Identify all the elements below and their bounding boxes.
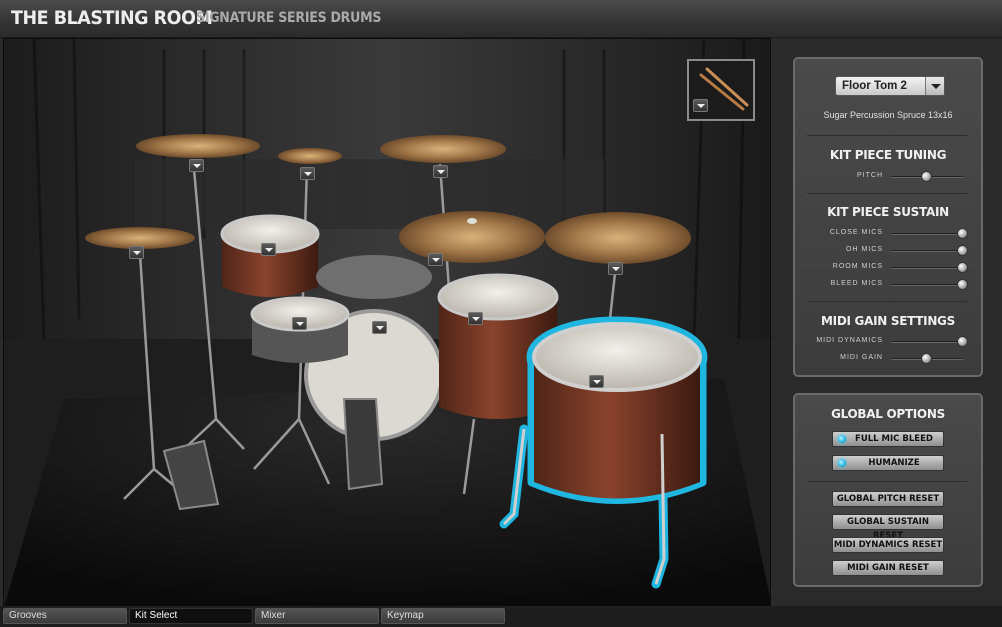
snare-menu-button[interactable] xyxy=(292,317,307,330)
floor-tom-1-menu-button[interactable] xyxy=(468,312,483,325)
hihat-menu-button[interactable] xyxy=(129,246,144,259)
full-mic-bleed-toggle[interactable]: FULL MIC BLEED xyxy=(832,431,944,447)
tab-mixer[interactable]: Mixer xyxy=(255,608,379,624)
midi-dynamics-label: MIDI DYNAMICS xyxy=(816,337,883,344)
room-mics-label: ROOM MICS xyxy=(832,263,883,270)
splash-menu-button[interactable] xyxy=(300,167,315,180)
tab-kit-select[interactable]: Kit Select xyxy=(129,608,253,624)
slider-knob[interactable] xyxy=(921,353,932,364)
pitch-label: PITCH xyxy=(857,172,883,179)
sustain-title: KIT PIECE SUSTAIN xyxy=(827,205,949,219)
slider-knob[interactable] xyxy=(957,262,968,273)
bleed-mics-slider[interactable]: BLEED MICS xyxy=(795,279,981,291)
tab-grooves[interactable]: Grooves xyxy=(3,608,127,624)
kit-piece-description: Sugar Percussion Spruce 13x16 xyxy=(823,110,953,120)
ride-menu-button[interactable] xyxy=(428,253,443,266)
divider xyxy=(807,135,967,136)
stick-menu-button[interactable] xyxy=(693,99,708,112)
tab-bar: Grooves Kit Select Mixer Keymap xyxy=(0,606,1002,627)
slider-track xyxy=(891,267,963,269)
title-bar: THE BLASTING ROOM SIGNATURE SERIES DRUMS xyxy=(0,0,1002,38)
divider xyxy=(807,301,967,302)
global-pitch-reset-button[interactable]: GLOBAL PITCH RESET xyxy=(832,491,944,507)
floor-tom-2-menu-button[interactable] xyxy=(589,375,604,388)
oh-mics-slider[interactable]: OH MICS xyxy=(795,245,981,257)
pitch-slider[interactable]: PITCH xyxy=(795,171,981,183)
slider-knob[interactable] xyxy=(957,228,968,239)
china-menu-button[interactable] xyxy=(608,262,623,275)
global-options-title: GLOBAL OPTIONS xyxy=(831,407,945,421)
slider-knob[interactable] xyxy=(921,171,932,182)
midi-gain-label: MIDI GAIN xyxy=(840,354,883,361)
bleed-mics-label: BLEED MICS xyxy=(830,280,883,287)
kit-piece-panel: Floor Tom 2 Sugar Percussion Spruce 13x1… xyxy=(793,57,983,377)
global-options-panel: GLOBAL OPTIONS FULL MIC BLEED HUMANIZE G… xyxy=(793,393,983,587)
slider-knob[interactable] xyxy=(957,245,968,256)
drum-kit-illustration xyxy=(4,39,770,605)
full-mic-bleed-label: FULL MIC BLEED xyxy=(855,434,933,444)
slider-track xyxy=(891,341,963,343)
slider-knob[interactable] xyxy=(957,336,968,347)
product-subtitle: SIGNATURE SERIES DRUMS xyxy=(196,10,382,26)
divider xyxy=(807,481,967,482)
slider-track xyxy=(891,284,963,286)
midi-gain-reset-button[interactable]: MIDI GAIN RESET xyxy=(832,560,944,576)
global-sustain-reset-button[interactable]: GLOBAL SUSTAIN RESET xyxy=(832,514,944,541)
humanize-label: HUMANIZE xyxy=(868,458,920,468)
brand-title: THE BLASTING ROOM xyxy=(11,7,213,29)
kit-piece-dropdown-value: Floor Tom 2 xyxy=(842,80,907,92)
slider-track xyxy=(891,250,963,252)
humanize-toggle[interactable]: HUMANIZE xyxy=(832,455,944,471)
close-mics-label: CLOSE MICS xyxy=(829,229,883,236)
kit-piece-dropdown[interactable]: Floor Tom 2 xyxy=(835,76,945,96)
tuning-title: KIT PIECE TUNING xyxy=(829,148,947,162)
slider-knob[interactable] xyxy=(957,279,968,290)
slider-track xyxy=(891,233,963,235)
midi-gain-title: MIDI GAIN SETTINGS xyxy=(821,314,955,328)
midi-gain-slider[interactable]: MIDI GAIN xyxy=(795,353,981,365)
room-mics-slider[interactable]: ROOM MICS xyxy=(795,262,981,274)
led-indicator xyxy=(838,459,846,467)
crash-left-menu-button[interactable] xyxy=(189,159,204,172)
midi-dynamics-slider[interactable]: MIDI DYNAMICS xyxy=(795,336,981,348)
led-indicator xyxy=(838,435,846,443)
kick-menu-button[interactable] xyxy=(372,321,387,334)
divider xyxy=(807,193,967,194)
stick-selector[interactable] xyxy=(687,59,755,121)
tab-keymap[interactable]: Keymap xyxy=(381,608,505,624)
rack-tom-menu-button[interactable] xyxy=(261,243,276,256)
chevron-down-icon xyxy=(925,77,944,95)
close-mics-slider[interactable]: CLOSE MICS xyxy=(795,228,981,240)
oh-mics-label: OH MICS xyxy=(846,246,883,253)
midi-dynamics-reset-button[interactable]: MIDI DYNAMICS RESET xyxy=(832,537,944,553)
kit-stage xyxy=(3,38,771,606)
crash-right-menu-button[interactable] xyxy=(433,165,448,178)
